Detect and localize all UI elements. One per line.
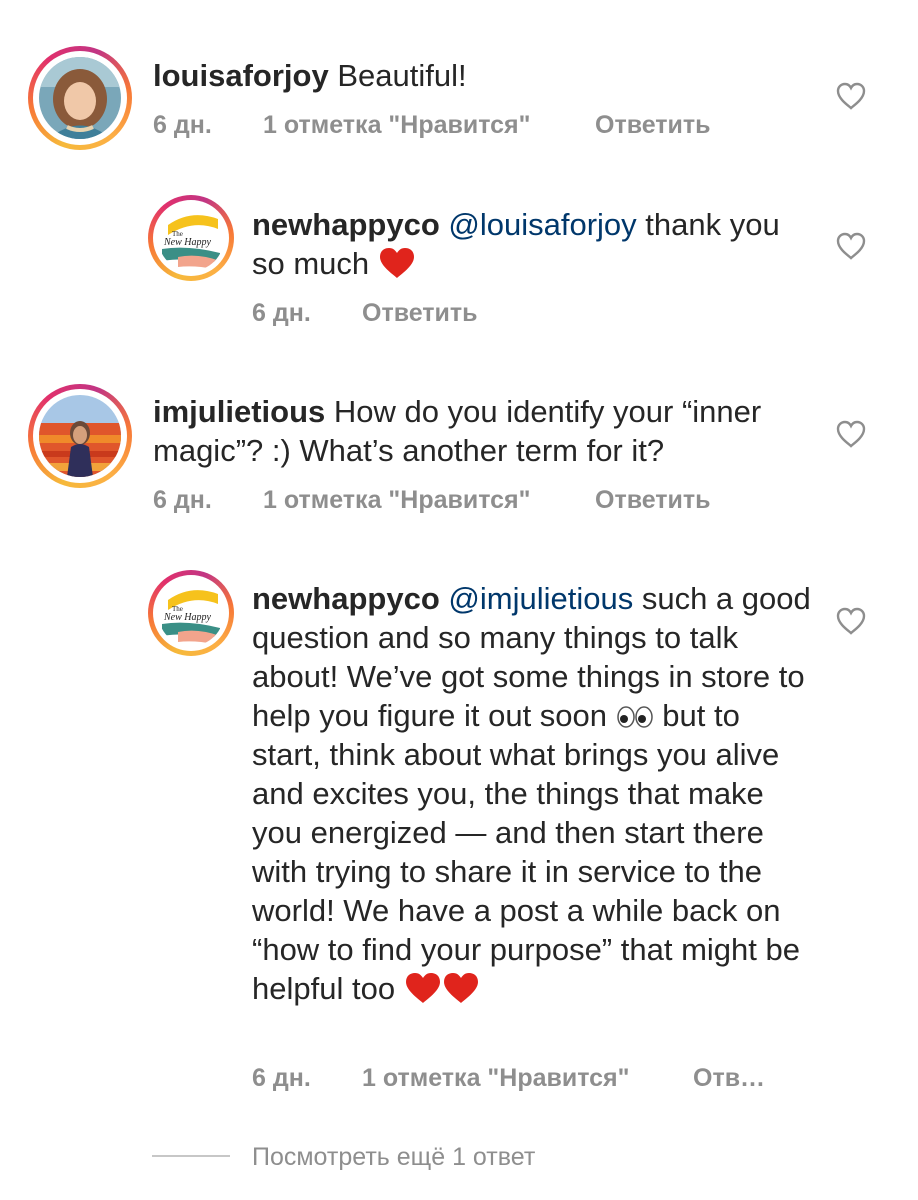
avatar[interactable]: The New Happy — [148, 195, 234, 281]
reply-button[interactable]: Ответить — [595, 486, 711, 515]
red-heart-emoji-icon — [405, 973, 440, 1003]
mention-link[interactable]: @imjulietious — [448, 581, 633, 616]
avatar[interactable] — [28, 384, 132, 488]
comment-time: 6 дн. — [252, 299, 311, 327]
brand-logo-icon: The New Happy — [158, 205, 224, 271]
red-heart-emoji-icon — [443, 973, 478, 1003]
comment-username[interactable]: imjulietious — [153, 394, 325, 429]
red-heart-emoji-icon — [379, 248, 414, 278]
brand-logo-icon: The New Happy — [158, 580, 224, 646]
reply-button[interactable]: Ответить — [595, 111, 711, 140]
comment-likes-count[interactable]: 1 отметка "Нравится" — [263, 111, 531, 140]
comment-time: 6 дн. — [252, 1064, 311, 1092]
logo-brand: New Happy — [163, 237, 212, 248]
user-photo-icon — [39, 57, 121, 139]
view-more-replies-button[interactable]: Посмотреть ещё 1 ответ — [252, 1143, 535, 1172]
comment-likes-count[interactable]: 1 отметка "Нравится" — [263, 486, 531, 515]
like-heart-icon[interactable] — [836, 607, 866, 635]
like-heart-icon[interactable] — [836, 82, 866, 110]
like-heart-icon[interactable] — [836, 420, 866, 448]
logo-brand: New Happy — [163, 612, 212, 623]
comment-username[interactable]: newhappyco — [252, 581, 440, 616]
reply-button[interactable]: Ответить — [362, 299, 478, 328]
like-heart-icon[interactable] — [836, 232, 866, 260]
comment-text-part2: but to start, think about what brings yo… — [252, 698, 800, 1006]
avatar[interactable] — [28, 46, 132, 150]
mention-link[interactable]: @louisaforjoy — [448, 207, 636, 242]
replies-divider — [152, 1155, 230, 1157]
eyes-emoji-icon — [616, 706, 653, 728]
comment-username[interactable]: newhappyco — [252, 207, 440, 242]
avatar[interactable]: The New Happy — [148, 570, 234, 656]
user-photo-icon — [39, 395, 121, 477]
comment-time: 6 дн. — [153, 486, 212, 514]
comment-username[interactable]: louisaforjoy — [153, 58, 329, 93]
comment-text: Beautiful! — [337, 58, 467, 93]
comment-likes-count[interactable]: 1 отметка "Нравится" — [362, 1064, 630, 1093]
reply-button[interactable]: Отв… — [693, 1064, 765, 1093]
comment-time: 6 дн. — [153, 111, 212, 139]
